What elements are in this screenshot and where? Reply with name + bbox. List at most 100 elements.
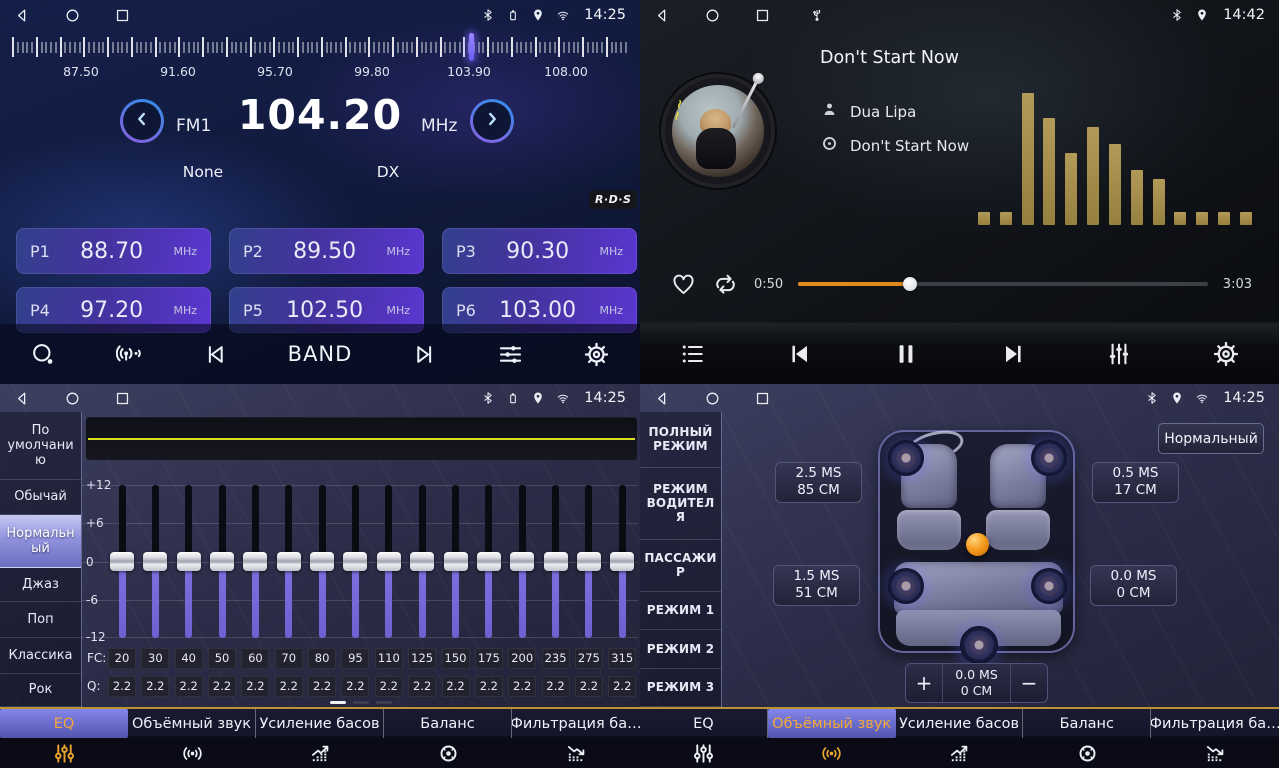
preset-button-p3[interactable]: P390.30MHz — [442, 228, 637, 274]
tab-bass-boost[interactable]: Усиление басов — [896, 709, 1024, 768]
rear-right-delay-button[interactable]: 0.0 MS 0 CM — [1090, 565, 1177, 606]
eq-preset-1[interactable]: Обычай — [0, 480, 81, 514]
seek-down-button[interactable] — [120, 99, 164, 143]
balance-icon — [1023, 738, 1151, 768]
scan-button[interactable] — [30, 341, 57, 368]
preset-button-p1[interactable]: P188.70MHz — [16, 228, 211, 274]
decrease-delay-button[interactable]: − — [1011, 664, 1047, 702]
eq-band-knob-70[interactable] — [277, 552, 301, 571]
settings-button[interactable] — [583, 341, 610, 368]
eq-band-knob-200[interactable] — [510, 552, 534, 571]
fc-value-50: 50 — [208, 648, 236, 669]
settings-button[interactable] — [1212, 340, 1240, 368]
tab-balance[interactable]: Баланс — [384, 709, 512, 768]
eq-band-knob-125[interactable] — [410, 552, 434, 571]
field-preset-button[interactable]: Нормальный — [1158, 423, 1264, 454]
eq-band-knob-95[interactable] — [343, 552, 367, 571]
progress-slider[interactable] — [798, 282, 1208, 286]
eq-band-knob-150[interactable] — [444, 552, 468, 571]
radio-pty-button[interactable] — [116, 341, 143, 368]
pause-button[interactable] — [892, 340, 920, 368]
tab-surround-sound[interactable]: Объёмный звук — [768, 709, 896, 768]
ruler-tick — [368, 37, 370, 57]
recents-icon[interactable] — [114, 7, 131, 24]
eq-band-knob-60[interactable] — [243, 552, 267, 571]
progress-knob[interactable] — [903, 277, 917, 291]
eq-tab-icon — [0, 738, 128, 768]
eq-preset-list: По умолчаниюОбычайНормальныйДжазПопКласс… — [0, 412, 82, 707]
tab-balance[interactable]: Баланс — [1023, 709, 1151, 768]
eq-band-knob-315[interactable] — [610, 552, 634, 571]
eq-band-knob-275[interactable] — [577, 552, 601, 571]
repeat-button[interactable] — [712, 271, 739, 298]
ruler-tick — [435, 42, 437, 53]
home-icon[interactable] — [704, 7, 721, 24]
eq-band-knob-50[interactable] — [210, 552, 234, 571]
tab-eq[interactable]: EQ — [0, 709, 128, 768]
tab-surround-sound[interactable]: Объёмный звук — [128, 709, 256, 768]
next-track-button[interactable] — [999, 340, 1027, 368]
band-button[interactable]: BAND — [288, 342, 353, 366]
listening-mode-4[interactable]: РЕЖИМ 2 — [640, 630, 721, 669]
bluetooth-icon — [481, 8, 495, 22]
eq-band-knob-110[interactable] — [377, 552, 401, 571]
rear-left-delay-button[interactable]: 1.5 MS 51 CM — [773, 565, 860, 606]
recents-icon[interactable] — [754, 390, 771, 407]
frequency-ruler[interactable] — [12, 36, 628, 60]
eq-preset-3[interactable]: Джаз — [0, 568, 81, 602]
playlist-button[interactable] — [679, 340, 707, 368]
ruler-tick — [482, 42, 484, 53]
eq-status-bar: 14:25 — [0, 384, 640, 412]
home-icon[interactable] — [64, 7, 81, 24]
tab-bass-boost[interactable]: Усиление басов — [256, 709, 384, 768]
seek-up-button[interactable] — [470, 99, 514, 143]
back-icon[interactable] — [654, 7, 671, 24]
listening-mode-3[interactable]: РЕЖИМ 1 — [640, 592, 721, 631]
listening-position-marker[interactable] — [966, 533, 989, 556]
eq-band-knob-80[interactable] — [310, 552, 334, 571]
front-left-delay-button[interactable]: 2.5 MS 85 CM — [775, 462, 862, 503]
preset-unit: MHz — [599, 245, 623, 258]
fc-label: FC: — [87, 651, 106, 665]
listening-mode-2[interactable]: ПАССАЖИР — [640, 540, 721, 592]
location-icon — [531, 8, 545, 22]
fc-value-150: 150 — [442, 648, 470, 669]
eq-preset-2[interactable]: Нормальный — [0, 515, 81, 568]
eq-preset-4[interactable]: Поп — [0, 602, 81, 638]
eq-scale-label: +12 — [86, 478, 112, 492]
eq-band-knob-30[interactable] — [143, 552, 167, 571]
recents-icon[interactable] — [754, 7, 771, 24]
tab-filter[interactable]: Фильтрация ба… — [512, 709, 640, 768]
ruler-tick — [264, 42, 266, 53]
eq-preset-0[interactable]: По умолчанию — [0, 412, 81, 480]
back-icon[interactable] — [14, 7, 31, 24]
next-station-button[interactable] — [411, 341, 438, 368]
home-icon[interactable] — [704, 390, 721, 407]
audio-mixer-button[interactable] — [1105, 340, 1133, 368]
station-name: None — [158, 163, 248, 181]
preset-button-p2[interactable]: P289.50MHz — [229, 228, 424, 274]
eq-preset-5[interactable]: Классика — [0, 638, 81, 674]
back-icon[interactable] — [14, 390, 31, 407]
previous-station-button[interactable] — [202, 341, 229, 368]
tab-filter[interactable]: Фильтрация ба… — [1151, 709, 1279, 768]
tab-eq[interactable]: EQ — [640, 709, 768, 768]
player-controls — [640, 322, 1279, 384]
favorite-button[interactable] — [670, 271, 697, 298]
increase-delay-button[interactable]: + — [906, 664, 942, 702]
listening-mode-1[interactable]: РЕЖИМ ВОДИТЕЛЯ — [640, 468, 721, 540]
surround-icon — [768, 738, 896, 768]
front-right-delay-button[interactable]: 0.5 MS 17 CM — [1092, 462, 1179, 503]
eq-band-knob-175[interactable] — [477, 552, 501, 571]
home-icon[interactable] — [64, 390, 81, 407]
listening-mode-0[interactable]: ПОЛНЫЙ РЕЖИМ — [640, 412, 721, 468]
tuner-options-button[interactable] — [497, 341, 524, 368]
back-icon[interactable] — [654, 390, 671, 407]
eq-band-knob-20[interactable] — [110, 552, 134, 571]
eq-band-knob-235[interactable] — [544, 552, 568, 571]
listening-mode-5[interactable]: РЕЖИМ 3 — [640, 669, 721, 707]
previous-track-button[interactable] — [786, 340, 814, 368]
eq-preset-6[interactable]: Рок — [0, 674, 81, 707]
eq-band-knob-40[interactable] — [177, 552, 201, 571]
recents-icon[interactable] — [114, 390, 131, 407]
